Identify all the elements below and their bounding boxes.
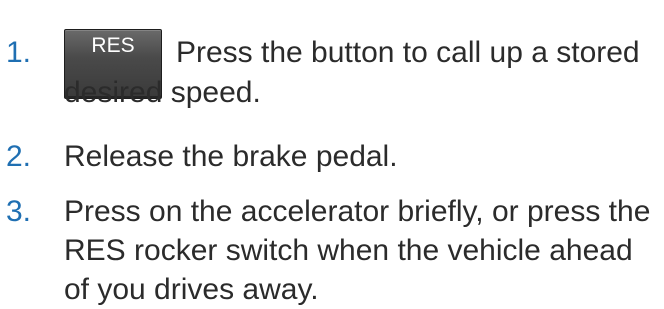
step-text: Press the button to call up a stored: [176, 36, 640, 69]
step-text-continued: desired speed.: [64, 76, 261, 109]
step-number: 2.: [6, 140, 32, 173]
instruction-steps: 1. RES Press the button to call up a sto…: [0, 0, 664, 306]
res-button-label: RES: [91, 34, 135, 57]
step-text: Press on the accelerator briefly, or pre…: [64, 195, 651, 306]
step-text: Release the brake pedal.: [64, 140, 398, 173]
step-number: 3.: [6, 195, 32, 228]
step-number: 1.: [6, 36, 32, 69]
